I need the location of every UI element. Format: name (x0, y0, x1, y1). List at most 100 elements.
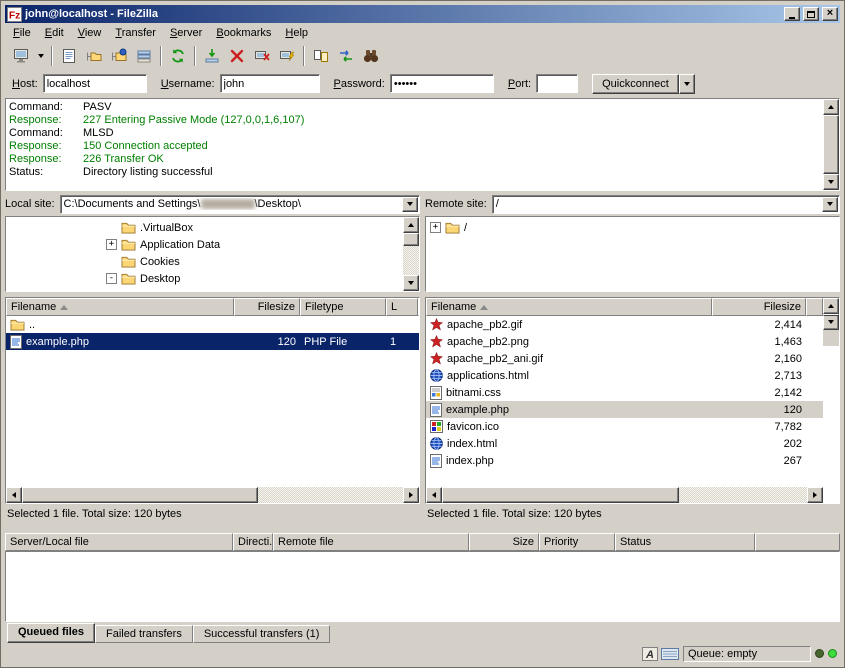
directory-comparison-button[interactable] (309, 45, 333, 67)
scrollbar-right-button[interactable] (807, 487, 823, 503)
local-list-hscrollbar[interactable] (6, 487, 419, 503)
tree-expander[interactable]: + (106, 239, 117, 250)
queue-column-priority[interactable]: Priority (539, 533, 615, 551)
toolbar-separator (51, 46, 53, 66)
scrollbar-left-button[interactable] (426, 487, 442, 503)
scrollbar-down-button[interactable] (823, 314, 839, 330)
queue-toggle-button[interactable] (132, 45, 156, 67)
menu-item-bookmarks[interactable]: Bookmarks (209, 24, 278, 42)
message-log-toggle-button[interactable] (57, 45, 81, 67)
scrollbar-down-button[interactable] (403, 275, 419, 291)
file-row-apache-pb2-ani-gif[interactable]: apache_pb2_ani.gif2,160 (426, 350, 823, 367)
file-row-example-php[interactable]: example.php120 (426, 401, 823, 418)
remote-list-scrollbar[interactable] (823, 298, 839, 330)
column-header-l[interactable]: L (386, 298, 418, 316)
menu-item-file[interactable]: File (6, 24, 38, 42)
column-header-filename[interactable]: Filename (6, 298, 234, 316)
column-header-filesize[interactable]: Filesize (234, 298, 300, 316)
column-header-filesize[interactable]: Filesize (712, 298, 806, 316)
queue-column-size[interactable]: Size (469, 533, 539, 551)
file-row-index-php[interactable]: index.php267 (426, 452, 823, 469)
message-log-scrollbar[interactable] (823, 99, 839, 190)
scrollbar-thumb[interactable] (22, 487, 258, 503)
queue-column-remote-file[interactable]: Remote file (273, 533, 469, 551)
tree-item-root[interactable]: +/ (426, 219, 839, 236)
find-files-button[interactable] (359, 45, 383, 67)
remote-site-dropdown-button[interactable] (822, 197, 838, 212)
scrollbar-thumb[interactable] (823, 115, 839, 174)
tree-expander[interactable]: - (106, 273, 117, 284)
file-row-parent-dir[interactable]: .. (6, 316, 419, 333)
site-manager-button[interactable] (9, 45, 33, 67)
queue-splitter[interactable] (5, 524, 840, 533)
local-site-combobox[interactable]: C:\Documents and Settings\\Desktop\ (60, 195, 420, 214)
maximize-button[interactable] (803, 7, 819, 21)
file-size: 267 (784, 455, 802, 467)
file-size: 2,414 (774, 319, 802, 331)
menu-item-server[interactable]: Server (163, 24, 209, 42)
title-bar[interactable]: Fz john@localhost - FileZilla × (5, 5, 840, 23)
tree-item-label: .VirtualBox (140, 222, 193, 234)
minimize-icon (789, 17, 795, 19)
scrollbar-track[interactable] (403, 233, 419, 275)
quickconnect-dropdown-button[interactable] (679, 74, 695, 94)
file-row-applications-html[interactable]: applications.html2,713 (426, 367, 823, 384)
remote-tree-toggle-button[interactable] (107, 45, 131, 67)
scrollbar-thumb[interactable] (823, 314, 839, 316)
menu-item-transfer[interactable]: Transfer (108, 24, 163, 42)
scrollbar-thumb[interactable] (403, 233, 419, 246)
tree-item-desktop[interactable]: -Desktop (6, 270, 403, 287)
queue-column-status[interactable]: Status (615, 533, 755, 551)
file-row-favicon-ico[interactable]: favicon.ico7,782 (426, 418, 823, 435)
column-header-filename[interactable]: Filename (426, 298, 712, 316)
tab-queued-files[interactable]: Queued files (7, 623, 95, 643)
tab-failed-transfers[interactable]: Failed transfers (95, 625, 193, 643)
scrollbar-down-button[interactable] (823, 174, 839, 190)
file-row-bitnami-css[interactable]: bitnami.css2,142 (426, 384, 823, 401)
local-site-dropdown-button[interactable] (402, 197, 418, 212)
minimize-button[interactable] (784, 7, 800, 21)
scrollbar-track[interactable] (22, 487, 403, 503)
local-tree-scrollbar[interactable] (403, 217, 419, 291)
close-button[interactable]: × (822, 7, 838, 21)
scrollbar-up-button[interactable] (823, 99, 839, 115)
refresh-button[interactable] (166, 45, 190, 67)
cell-size: 1,463 (712, 333, 806, 350)
site-manager-dropdown-button[interactable] (34, 45, 47, 67)
menu-item-edit[interactable]: Edit (38, 24, 71, 42)
disconnect-button[interactable] (250, 45, 274, 67)
synchronized-browsing-button[interactable] (334, 45, 358, 67)
scrollbar-up-button[interactable] (403, 217, 419, 233)
menu-item-help[interactable]: Help (278, 24, 315, 42)
remote-list-hscrollbar[interactable] (426, 487, 823, 503)
scrollbar-left-button[interactable] (6, 487, 22, 503)
scrollbar-track[interactable] (442, 487, 807, 503)
file-row-example-php[interactable]: example.php120PHP File1 (6, 333, 419, 350)
cancel-button[interactable] (225, 45, 249, 67)
host-input[interactable] (43, 74, 147, 93)
username-input[interactable] (220, 74, 320, 93)
tree-expander[interactable]: + (430, 222, 441, 233)
file-row-apache-pb2-gif[interactable]: apache_pb2.gif2,414 (426, 316, 823, 333)
queue-column-server-local-file[interactable]: Server/Local file (5, 533, 233, 551)
queue-column-directi[interactable]: Directi... (233, 533, 273, 551)
quickconnect-button[interactable]: Quickconnect (592, 74, 679, 94)
column-header-filetype[interactable]: Filetype (300, 298, 386, 316)
tab-successful-transfers-1[interactable]: Successful transfers (1) (193, 625, 331, 643)
scrollbar-right-button[interactable] (403, 487, 419, 503)
reconnect-button[interactable] (275, 45, 299, 67)
process-queue-button[interactable] (200, 45, 224, 67)
tree-item-virtualbox[interactable]: .VirtualBox (6, 219, 403, 236)
scrollbar-track[interactable] (823, 115, 839, 174)
tree-item-application-data[interactable]: +Application Data (6, 236, 403, 253)
local-tree-toggle-button[interactable] (82, 45, 106, 67)
file-row-apache-pb2-png[interactable]: apache_pb2.png1,463 (426, 333, 823, 350)
menu-item-view[interactable]: View (71, 24, 109, 42)
remote-site-combobox[interactable]: / (492, 195, 840, 214)
scrollbar-thumb[interactable] (442, 487, 679, 503)
tree-item-cookies[interactable]: Cookies (6, 253, 403, 270)
password-input[interactable] (390, 74, 494, 93)
scrollbar-up-button[interactable] (823, 298, 839, 314)
file-row-index-html[interactable]: index.html202 (426, 435, 823, 452)
port-input[interactable] (536, 74, 578, 93)
